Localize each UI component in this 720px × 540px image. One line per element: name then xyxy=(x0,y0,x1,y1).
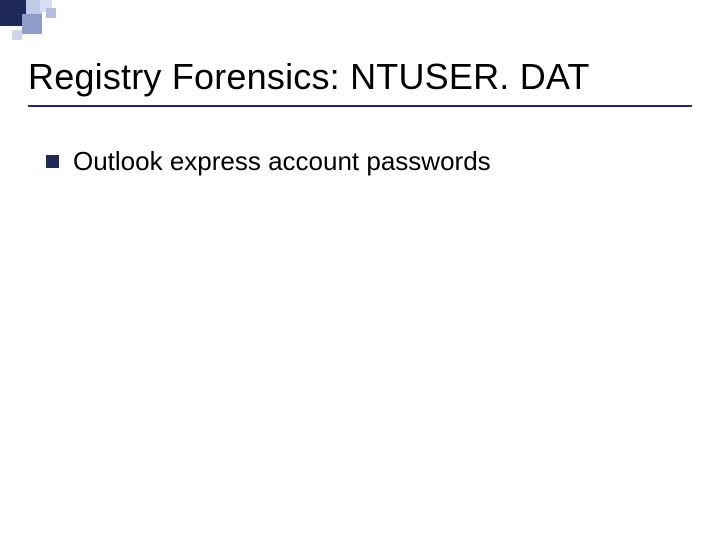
deco-square xyxy=(22,14,42,34)
bullet-text: Outlook express account passwords xyxy=(73,146,491,177)
title-underline xyxy=(28,105,692,107)
deco-square xyxy=(12,30,22,40)
slide-title: Registry Forensics: NTUSER. DAT xyxy=(28,56,590,98)
bullet-item: Outlook express account passwords xyxy=(46,146,491,177)
decorative-squares xyxy=(0,0,100,50)
deco-square xyxy=(46,8,56,18)
square-bullet-icon xyxy=(46,155,59,168)
